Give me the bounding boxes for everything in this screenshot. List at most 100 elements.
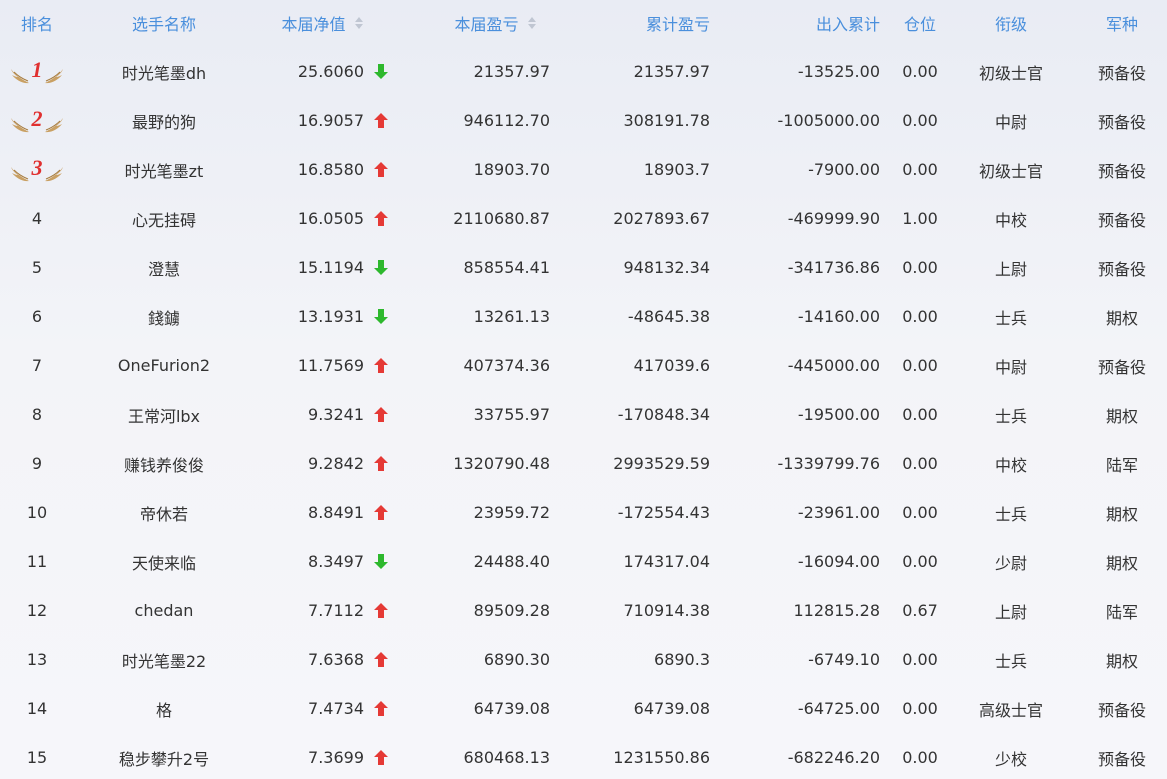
table-row[interactable]: 12 chedan 7.7112 89509.28 710914.38 112815.28… bbox=[0, 586, 1167, 635]
army-type: 预备役 bbox=[1097, 210, 1146, 230]
rank-medal-cell: 2 bbox=[0, 96, 74, 145]
table-header: 排名 选手名称 本届净值 本届盈亏 累计盈亏 出入累计 仓位 衔级 军种 bbox=[0, 0, 1167, 46]
table-row[interactable]: 6 錢鐪 13.1931 13261.13 -48645.38 -14160.00 0.00… bbox=[0, 292, 1167, 341]
position-ratio: 0.00 bbox=[902, 405, 938, 424]
army-type: 预备役 bbox=[1097, 357, 1146, 377]
rank-cell: 14 bbox=[26, 699, 48, 718]
season-profit: 680468.13 bbox=[463, 748, 550, 767]
rank-cell: 5 bbox=[31, 258, 43, 277]
rank-title: 初级士官 bbox=[978, 161, 1043, 181]
army-type: 期权 bbox=[1105, 504, 1138, 524]
table-row[interactable]: 5 澄慧 15.1194 858554.41 948132.34 -341736.86 0.… bbox=[0, 243, 1167, 292]
season-profit: 1320790.48 bbox=[453, 454, 550, 473]
rank-title: 初级士官 bbox=[978, 63, 1043, 83]
position-ratio: 0.00 bbox=[902, 62, 938, 81]
rank-title: 上尉 bbox=[994, 259, 1027, 279]
player-name: 时光笔墨zt bbox=[124, 161, 204, 181]
table-row[interactable]: 2 最野的狗 16.9057 946112.70 308191.78 -1005000.0… bbox=[0, 96, 1167, 145]
player-name: 天使来临 bbox=[131, 553, 196, 573]
player-name: 最野的狗 bbox=[131, 112, 196, 132]
player-name: chedan bbox=[134, 601, 194, 620]
rank-title: 士兵 bbox=[994, 504, 1027, 524]
position-ratio: 0.00 bbox=[902, 748, 938, 767]
table-row[interactable]: 14 格 7.4734 64739.08 64739.08 -64725.00 0.00 高级… bbox=[0, 684, 1167, 733]
medal-rank-number: 2 bbox=[31, 105, 43, 131]
cumulative-flow: -13525.00 bbox=[797, 62, 880, 81]
army-type: 陆军 bbox=[1105, 455, 1138, 475]
header-profit-sort[interactable]: 本届盈亏 bbox=[420, 0, 570, 46]
rank-cell: 6 bbox=[31, 307, 43, 326]
arrow-down-icon bbox=[372, 537, 390, 586]
cumulative-profit: -172554.43 bbox=[617, 503, 710, 522]
player-name: 澄慧 bbox=[147, 259, 180, 279]
rank-title: 士兵 bbox=[994, 406, 1027, 426]
cumulative-flow: -1339799.76 bbox=[777, 454, 880, 473]
table-row[interactable]: 3 时光笔墨zt 16.8580 18903.70 18903.7 -7900.00 0.0… bbox=[0, 145, 1167, 194]
table-row[interactable]: 15 稳步攀升2号 7.3699 680468.13 1231550.86 -682246… bbox=[0, 733, 1167, 779]
sort-arrows-icon[interactable] bbox=[354, 17, 363, 29]
net-value: 8.3497 bbox=[308, 552, 364, 571]
medal-rank-number: 3 bbox=[31, 154, 43, 180]
season-profit: 21357.97 bbox=[473, 62, 550, 81]
net-value: 16.9057 bbox=[297, 111, 364, 130]
arrow-up-icon bbox=[372, 635, 390, 684]
rank-cell: 11 bbox=[26, 552, 48, 571]
net-value: 8.8491 bbox=[308, 503, 364, 522]
cumulative-flow: -682246.20 bbox=[787, 748, 880, 767]
rank-cell: 12 bbox=[26, 601, 48, 620]
cumulative-flow: -16094.00 bbox=[797, 552, 880, 571]
medal-wings-icon: 1 bbox=[7, 57, 67, 87]
rank-title: 中校 bbox=[994, 455, 1027, 475]
net-value: 25.6060 bbox=[297, 62, 364, 81]
rank-title: 中尉 bbox=[994, 112, 1027, 132]
position-ratio: 0.67 bbox=[902, 601, 938, 620]
header-profit-label: 本届盈亏 bbox=[454, 15, 519, 34]
cumulative-flow: -445000.00 bbox=[787, 356, 880, 375]
season-profit: 89509.28 bbox=[473, 601, 550, 620]
table-row[interactable]: 4 心无挂碍 16.0505 2110680.87 2027893.67 -469999.… bbox=[0, 194, 1167, 243]
header-net-value-sort[interactable]: 本届净值 bbox=[254, 0, 390, 46]
net-value: 9.2842 bbox=[308, 454, 364, 473]
player-name: 帝休若 bbox=[139, 504, 188, 524]
rank-cell: 7 bbox=[31, 356, 43, 375]
army-type: 预备役 bbox=[1097, 700, 1146, 720]
table-row[interactable]: 9 赚钱养俊俊 9.2842 1320790.48 2993529.59 -1339799… bbox=[0, 439, 1167, 488]
cumulative-profit: 710914.38 bbox=[623, 601, 710, 620]
table-row[interactable]: 11 天使来临 8.3497 24488.40 174317.04 -16094.00 0.… bbox=[0, 537, 1167, 586]
season-profit: 13261.13 bbox=[473, 307, 550, 326]
table-row[interactable]: 10 帝休若 8.8491 23959.72 -172554.43 -23961.00 0.… bbox=[0, 488, 1167, 537]
cumulative-profit: 18903.7 bbox=[643, 160, 710, 179]
table-row[interactable]: 7 OneFurion2 11.7569 407374.36 417039.6 -4450… bbox=[0, 341, 1167, 390]
cumulative-flow: -1005000.00 bbox=[777, 111, 880, 130]
rank-cell: 10 bbox=[26, 503, 48, 522]
player-name: 錢鐪 bbox=[147, 308, 180, 328]
net-value: 11.7569 bbox=[297, 356, 364, 375]
position-ratio: 0.00 bbox=[902, 356, 938, 375]
net-value: 7.7112 bbox=[308, 601, 364, 620]
cumulative-profit: 2027893.67 bbox=[613, 209, 710, 228]
table-row[interactable]: 1 时光笔墨dh 25.6060 21357.97 21357.97 -13525.00 0… bbox=[0, 47, 1167, 96]
cumulative-flow: -469999.90 bbox=[787, 209, 880, 228]
player-name: 稳步攀升2号 bbox=[118, 749, 210, 769]
rank-title: 上尉 bbox=[994, 602, 1027, 622]
cumulative-profit: -48645.38 bbox=[627, 307, 710, 326]
season-profit: 24488.40 bbox=[473, 552, 550, 571]
sort-arrows-icon[interactable] bbox=[527, 17, 536, 29]
position-ratio: 0.00 bbox=[902, 454, 938, 473]
rank-cell: 8 bbox=[31, 405, 43, 424]
cumulative-flow: -23961.00 bbox=[797, 503, 880, 522]
net-value: 15.1194 bbox=[297, 258, 364, 277]
season-profit: 64739.08 bbox=[473, 699, 550, 718]
table-row[interactable]: 13 时光笔墨22 7.6368 6890.30 6890.3 -6749.10 0.00 士… bbox=[0, 635, 1167, 684]
cumulative-profit: 64739.08 bbox=[633, 699, 710, 718]
army-type: 期权 bbox=[1105, 651, 1138, 671]
rank-medal-cell: 3 bbox=[0, 145, 74, 194]
arrow-up-icon bbox=[372, 488, 390, 537]
rank-medal-cell: 1 bbox=[0, 47, 74, 96]
army-type: 期权 bbox=[1105, 406, 1138, 426]
rank-cell: 4 bbox=[31, 209, 43, 228]
cumulative-flow: -19500.00 bbox=[797, 405, 880, 424]
position-ratio: 0.00 bbox=[902, 307, 938, 326]
season-profit: 23959.72 bbox=[473, 503, 550, 522]
table-row[interactable]: 8 王常河lbx 9.3241 33755.97 -170848.34 -19500.00… bbox=[0, 390, 1167, 439]
